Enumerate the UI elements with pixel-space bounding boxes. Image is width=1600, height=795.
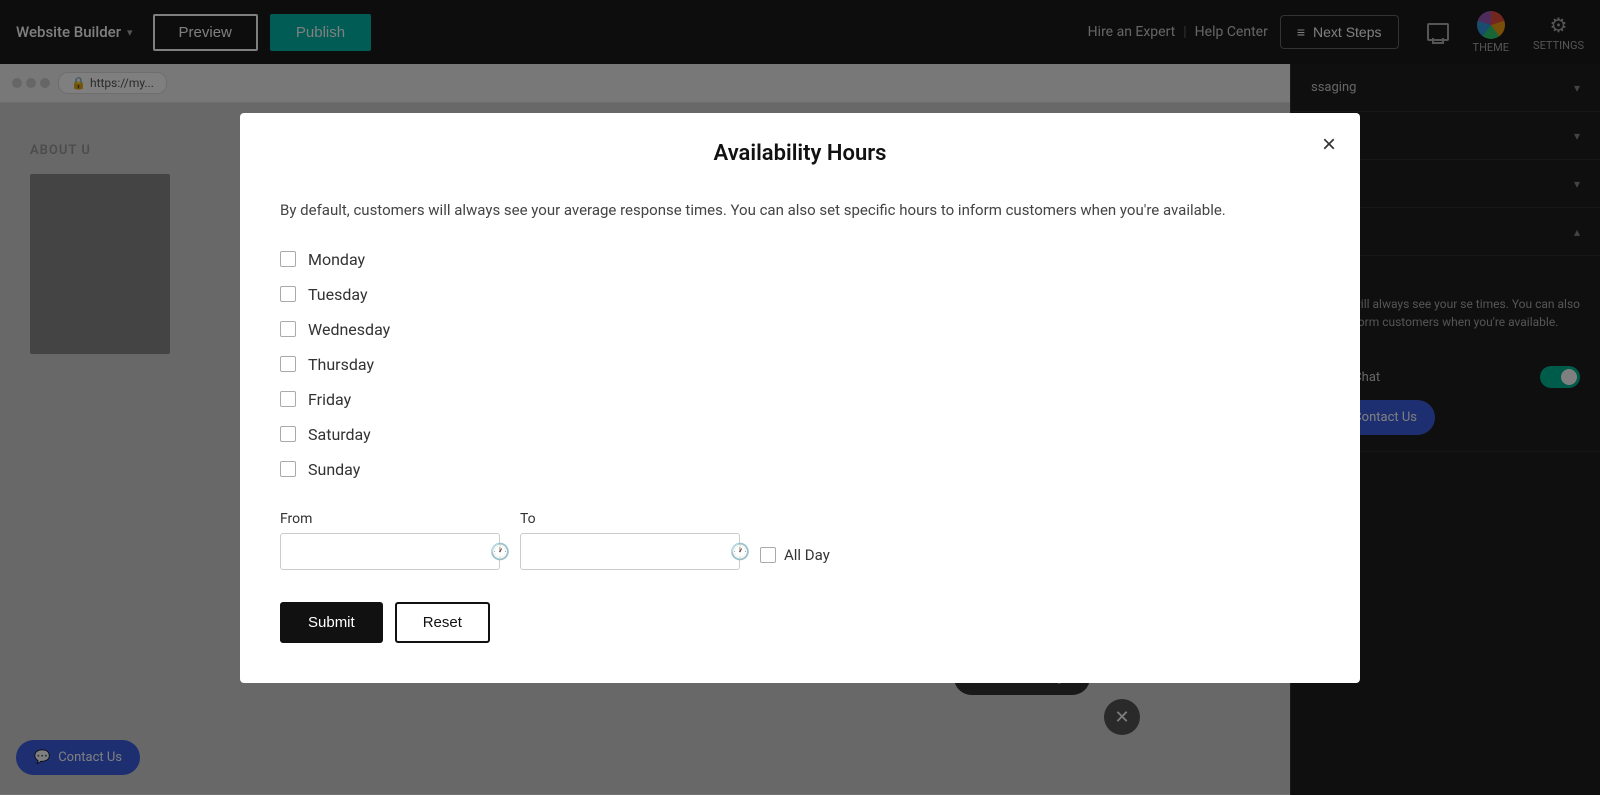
all-day-checkbox[interactable] xyxy=(760,547,776,563)
sunday-label: Sunday xyxy=(308,460,360,479)
day-item-friday: Friday xyxy=(280,390,1320,409)
action-row: Submit Reset xyxy=(280,602,1320,643)
sunday-checkbox[interactable] xyxy=(280,461,296,477)
modal-close-button[interactable]: × xyxy=(1322,133,1336,157)
to-input[interactable] xyxy=(531,543,730,560)
day-item-monday: Monday xyxy=(280,250,1320,269)
from-field: From 🕐 xyxy=(280,511,500,570)
tuesday-checkbox[interactable] xyxy=(280,286,296,302)
to-label: To xyxy=(520,511,740,527)
friday-checkbox[interactable] xyxy=(280,391,296,407)
day-item-thursday: Thursday xyxy=(280,355,1320,374)
reset-button[interactable]: Reset xyxy=(395,602,490,643)
wednesday-label: Wednesday xyxy=(308,320,390,339)
to-input-wrap: 🕐 xyxy=(520,533,740,570)
modal-header: Availability Hours × xyxy=(240,113,1360,166)
thursday-checkbox[interactable] xyxy=(280,356,296,372)
wednesday-checkbox[interactable] xyxy=(280,321,296,337)
thursday-label: Thursday xyxy=(308,355,374,374)
from-input[interactable] xyxy=(291,543,490,560)
availability-hours-modal: Availability Hours × By default, custome… xyxy=(240,113,1360,683)
clock-icon-from: 🕐 xyxy=(490,542,510,561)
time-row: From 🕐 To 🕐 All Day xyxy=(280,511,1320,570)
from-label: From xyxy=(280,511,500,527)
day-item-saturday: Saturday xyxy=(280,425,1320,444)
clock-icon-to: 🕐 xyxy=(730,542,750,561)
day-item-tuesday: Tuesday xyxy=(280,285,1320,304)
all-day-label: All Day xyxy=(784,546,830,564)
friday-label: Friday xyxy=(308,390,351,409)
modal-title: Availability Hours xyxy=(714,141,887,166)
modal-overlay[interactable]: Availability Hours × By default, custome… xyxy=(0,0,1600,795)
tuesday-label: Tuesday xyxy=(308,285,368,304)
to-field: To 🕐 xyxy=(520,511,740,570)
day-item-sunday: Sunday xyxy=(280,460,1320,479)
from-input-wrap: 🕐 xyxy=(280,533,500,570)
monday-checkbox[interactable] xyxy=(280,251,296,267)
modal-description: By default, customers will always see yo… xyxy=(280,198,1320,222)
monday-label: Monday xyxy=(308,250,365,269)
modal-body: By default, customers will always see yo… xyxy=(240,166,1360,683)
saturday-label: Saturday xyxy=(308,425,371,444)
submit-button[interactable]: Submit xyxy=(280,602,383,643)
days-list: Monday Tuesday Wednesday Thursday Friday xyxy=(280,250,1320,479)
day-item-wednesday: Wednesday xyxy=(280,320,1320,339)
saturday-checkbox[interactable] xyxy=(280,426,296,442)
all-day-wrap: All Day xyxy=(760,546,830,564)
